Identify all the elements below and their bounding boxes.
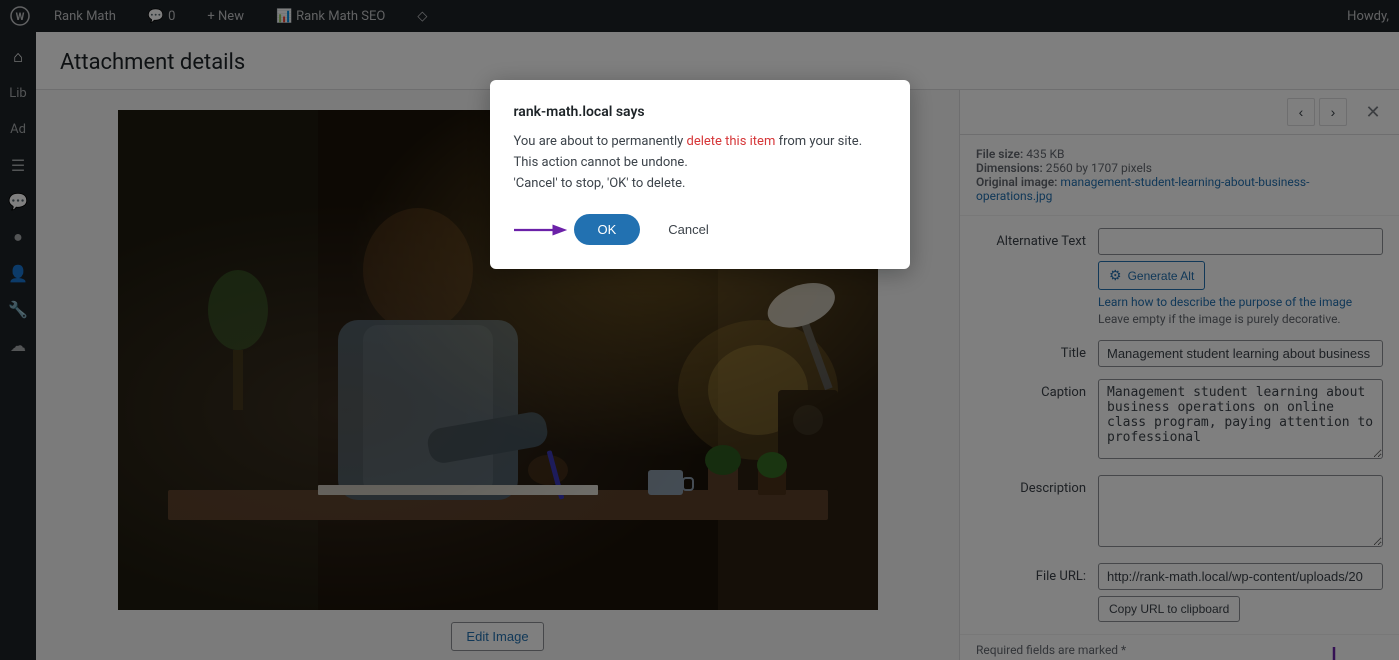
dialog-line1-prefix: You are about to permanently	[514, 134, 687, 149]
dialog-overlay: rank-math.local says You are about to pe…	[0, 0, 1399, 660]
dialog-highlight: delete this item	[686, 134, 775, 149]
dialog-title: rank-math.local says	[514, 104, 886, 120]
dialog-arrow-indicator	[514, 220, 569, 240]
dialog-line1: You are about to permanently delete this…	[514, 132, 886, 153]
dialog-line2: This action cannot be undone.	[514, 153, 886, 174]
dialog-line3: 'Cancel' to stop, 'OK' to delete.	[514, 174, 886, 195]
dialog-buttons: OK Cancel	[514, 214, 886, 245]
dialog-message: You are about to permanently delete this…	[514, 132, 886, 194]
dialog-ok-button[interactable]: OK	[574, 214, 641, 245]
dialog-cancel-button[interactable]: Cancel	[652, 214, 724, 245]
dialog-box: rank-math.local says You are about to pe…	[490, 80, 910, 269]
dialog-line1-suffix: from your site.	[775, 134, 862, 149]
